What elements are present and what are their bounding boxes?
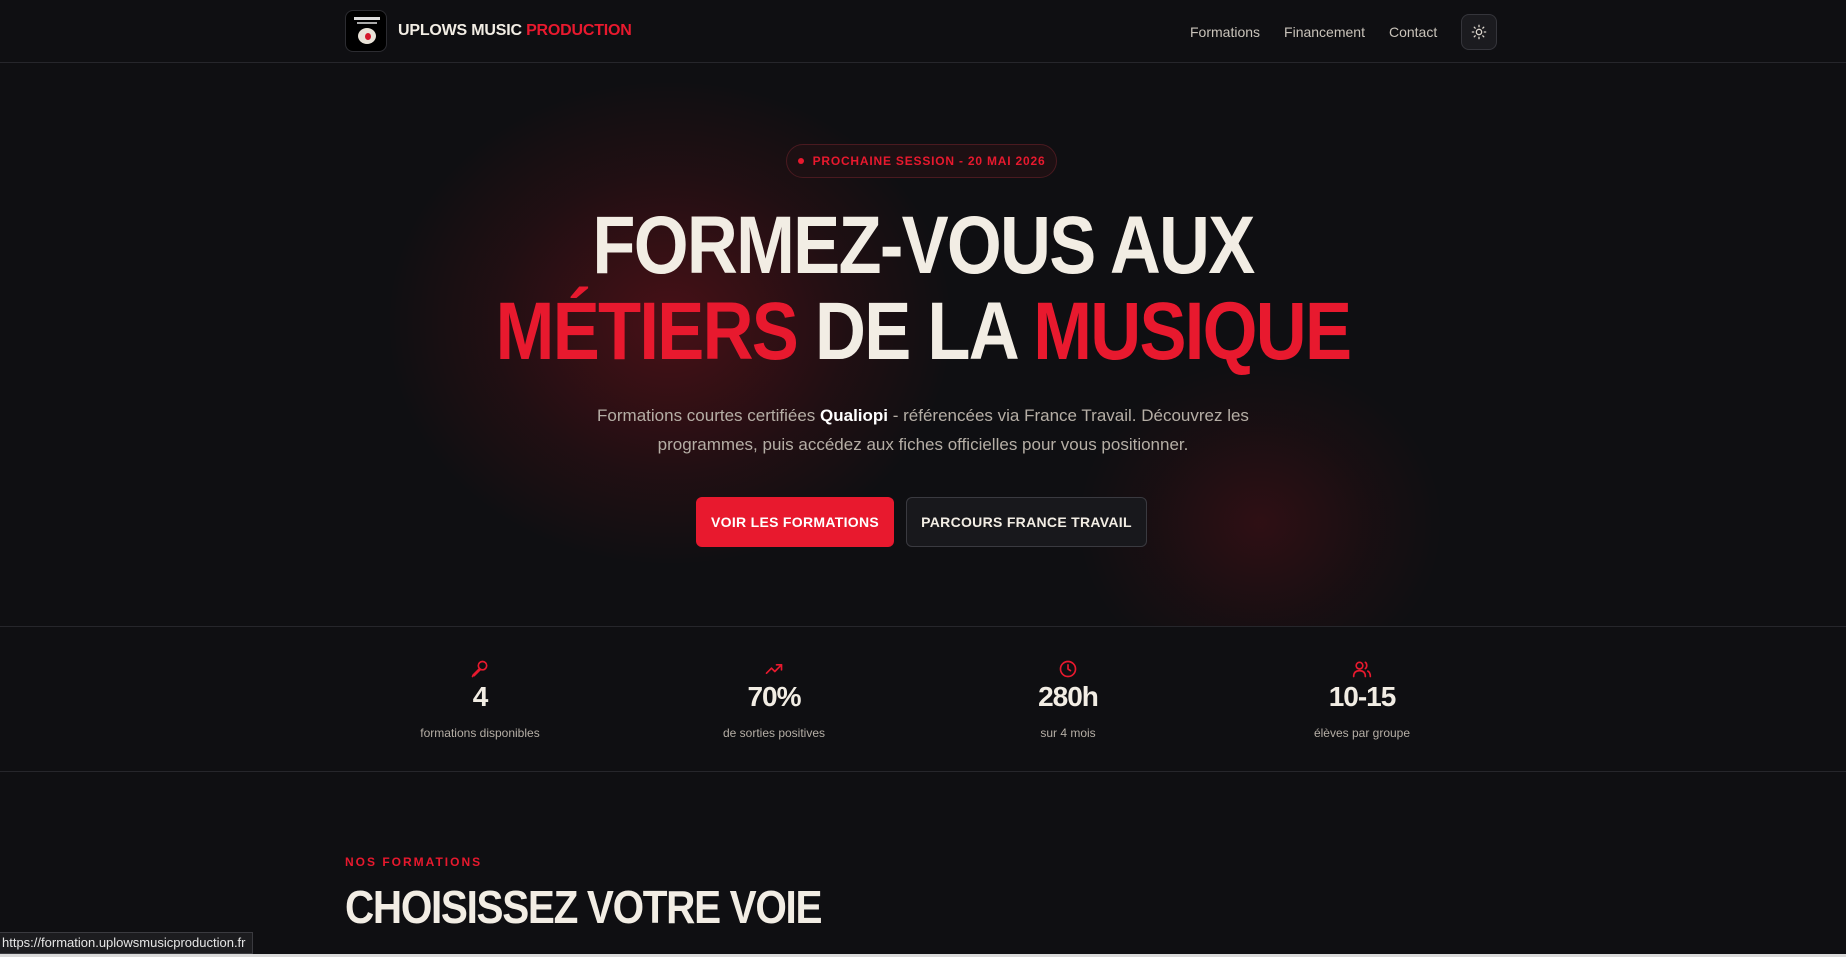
page: UPLOWS MUSIC PRODUCTION Formations Finan… (0, 0, 1846, 957)
stat-label: formations disponibles (420, 726, 540, 740)
stat-group-size: 10-15 élèves par groupe (1252, 627, 1472, 773)
stat-hours: 280h sur 4 mois (958, 627, 1178, 773)
nav-link-financement[interactable]: Financement (1284, 24, 1365, 40)
headline-word-metiers: MÉTIERS (495, 286, 799, 377)
stat-value: 10-15 (1328, 681, 1397, 712)
hero-headline: FORMEZ-VOUS AUX MÉTIERS DE LA MUSIQUE (129, 203, 1717, 375)
theme-toggle-button[interactable] (1461, 13, 1498, 50)
clock-icon (1059, 660, 1077, 678)
brand-name: UPLOWS MUSIC PRODUCTION (398, 22, 632, 40)
hero-subtitle: Formations courtes certifiées Qualiopi -… (573, 401, 1273, 459)
stat-value: 70% (747, 681, 801, 712)
link-status-bar: https://formation.uplowsmusicproduction.… (0, 932, 253, 954)
brand-logo (345, 10, 387, 52)
badge-dot-icon (797, 158, 804, 164)
section-title: CHOISISSEZ VOTRE VOIE (345, 881, 822, 933)
view-formations-button[interactable]: VOIR LES FORMATIONS (696, 497, 894, 547)
nav-link-formations[interactable]: Formations (1190, 24, 1260, 40)
microphone-icon (471, 660, 488, 678)
france-travail-button[interactable]: PARCOURS FRANCE TRAVAIL (906, 497, 1147, 547)
stat-label: de sorties positives (722, 726, 826, 740)
stat-label: élèves par groupe (1313, 726, 1411, 740)
badge-text: PROCHAINE SESSION - 20 MAI 2026 (812, 154, 1046, 168)
brand-name-red: PRODUCTION (526, 22, 632, 39)
subtitle-intro: Formations courtes certifiées (597, 406, 821, 425)
headline-line-1: FORMEZ-VOUS AUX (592, 200, 1255, 291)
sun-icon (1471, 24, 1487, 39)
hero-section: PROCHAINE SESSION - 20 MAI 2026 FORMEZ-V… (0, 63, 1846, 626)
section-eyebrow: NOS FORMATIONS (345, 855, 483, 869)
nav-link-contact[interactable]: Contact (1389, 24, 1437, 40)
stat-positive-outcomes: 70% de sorties positives (664, 627, 884, 773)
stat-formations: 4 formations disponibles (370, 627, 590, 773)
users-icon (1352, 661, 1372, 678)
stat-value: 4 (472, 681, 489, 712)
stat-value: 280h (1038, 681, 1099, 712)
main-nav: Formations Financement Contact (1190, 0, 1498, 63)
brand-name-white: UPLOWS MUSIC (398, 22, 522, 39)
next-session-badge: PROCHAINE SESSION - 20 MAI 2026 (786, 144, 1057, 178)
trending-up-icon (765, 664, 783, 674)
subtitle-qualiopi: Qualiopi (820, 406, 889, 425)
brand-link[interactable]: UPLOWS MUSIC PRODUCTION (345, 10, 632, 52)
stat-label: sur 4 mois (1040, 726, 1096, 740)
stats-band: 4 formations disponibles 70% de sorties … (0, 626, 1846, 772)
headline-word-musique: MUSIQUE (1033, 286, 1352, 377)
top-navigation-bar: UPLOWS MUSIC PRODUCTION Formations Finan… (0, 0, 1846, 63)
headline-words-de-la: DE LA (814, 286, 1017, 377)
